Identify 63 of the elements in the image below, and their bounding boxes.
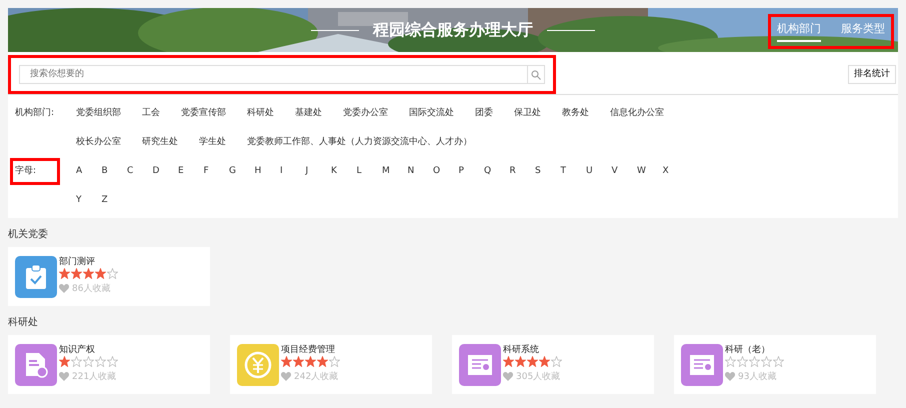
department-link[interactable]: 党委宣传部 bbox=[181, 106, 226, 120]
service-name: 科研（老） bbox=[725, 344, 771, 356]
section-title: 机关党委 bbox=[8, 228, 49, 242]
search-field[interactable]: 搜索你想要的 bbox=[19, 65, 527, 84]
letter-link[interactable]: U bbox=[586, 164, 612, 178]
letter-link[interactable]: R bbox=[510, 164, 535, 178]
department-link[interactable]: 科研处 bbox=[247, 106, 274, 120]
service-name: 科研系统 bbox=[503, 344, 540, 356]
letter-link[interactable]: P bbox=[458, 164, 484, 178]
department-link[interactable]: 党委办公室 bbox=[343, 106, 388, 120]
letter-link[interactable]: C bbox=[127, 164, 152, 178]
favorite-count: 305人收藏 bbox=[516, 371, 560, 384]
letter-link[interactable]: S bbox=[535, 164, 560, 178]
favorite-count: 93人收藏 bbox=[738, 371, 776, 384]
service-card[interactable]: 科研（老） 93人收藏 bbox=[674, 335, 876, 394]
department-link[interactable]: 党委组织部 bbox=[76, 106, 121, 120]
letter-link[interactable]: E bbox=[178, 164, 204, 178]
department-link[interactable]: 团委 bbox=[475, 106, 493, 120]
letter-link[interactable]: N bbox=[408, 164, 433, 178]
letter-link[interactable]: B bbox=[102, 164, 127, 178]
department-link[interactable]: 教务处 bbox=[562, 106, 589, 120]
service-name: 知识产权 bbox=[59, 344, 96, 356]
department-link[interactable]: 校长办公室 bbox=[76, 136, 121, 150]
service-card[interactable]: 科研系统 305人收藏 bbox=[452, 335, 654, 394]
letter-link[interactable]: T bbox=[560, 164, 586, 178]
department-link[interactable]: 研究生处 bbox=[142, 136, 178, 150]
letter-link[interactable]: V bbox=[612, 164, 637, 178]
department-link[interactable]: 国际交流处 bbox=[409, 106, 454, 120]
letter-link[interactable]: G bbox=[229, 164, 254, 178]
letter-link[interactable]: D bbox=[152, 164, 178, 178]
letter-link[interactable]: Z bbox=[102, 194, 127, 208]
letter-link[interactable]: A bbox=[76, 164, 102, 178]
section-title: 科研处 bbox=[8, 316, 39, 330]
department-link[interactable]: 保卫处 bbox=[514, 106, 541, 120]
service-card[interactable]: 知识产权 221人收藏 bbox=[8, 335, 210, 394]
letter-link[interactable]: H bbox=[254, 164, 280, 178]
letter-link[interactable]: W bbox=[637, 164, 662, 178]
department-link[interactable]: 党委教师工作部、人事处（人力资源交流中心、人才办） bbox=[247, 136, 472, 150]
service-card[interactable]: 部门测评 86人收藏 bbox=[8, 247, 210, 306]
letter-link[interactable]: O bbox=[433, 164, 458, 178]
letter-link[interactable]: J bbox=[306, 164, 331, 178]
letter-link[interactable]: Y bbox=[76, 194, 102, 208]
letter-link[interactable]: F bbox=[204, 164, 229, 178]
department-link[interactable]: 学生处 bbox=[199, 136, 226, 150]
letter-link[interactable]: X bbox=[662, 164, 688, 178]
service-name: 项目经费管理 bbox=[281, 344, 336, 356]
department-link[interactable]: 信息化办公室 bbox=[610, 106, 664, 120]
favorite-count: 242人收藏 bbox=[294, 371, 338, 384]
department-link[interactable]: 工会 bbox=[142, 106, 160, 120]
service-card[interactable]: 项目经费管理 242人收藏 bbox=[230, 335, 432, 394]
letter-link[interactable]: Q bbox=[484, 164, 510, 178]
letter-link[interactable]: K bbox=[331, 164, 356, 178]
filter-label: 字母: bbox=[10, 158, 60, 186]
department-link[interactable]: 基建处 bbox=[295, 106, 322, 120]
favorite-count: 86人收藏 bbox=[72, 283, 110, 296]
service-name: 部门测评 bbox=[59, 256, 96, 268]
filter-label: 机构部门: bbox=[14, 106, 56, 120]
letter-link[interactable]: L bbox=[356, 164, 382, 178]
letter-link[interactable]: M bbox=[382, 164, 408, 178]
favorite-count: 221人收藏 bbox=[72, 371, 116, 384]
search-icon[interactable] bbox=[527, 65, 545, 84]
letter-link[interactable]: I bbox=[280, 164, 306, 178]
ranking-button[interactable]: 排名统计 bbox=[848, 64, 896, 84]
